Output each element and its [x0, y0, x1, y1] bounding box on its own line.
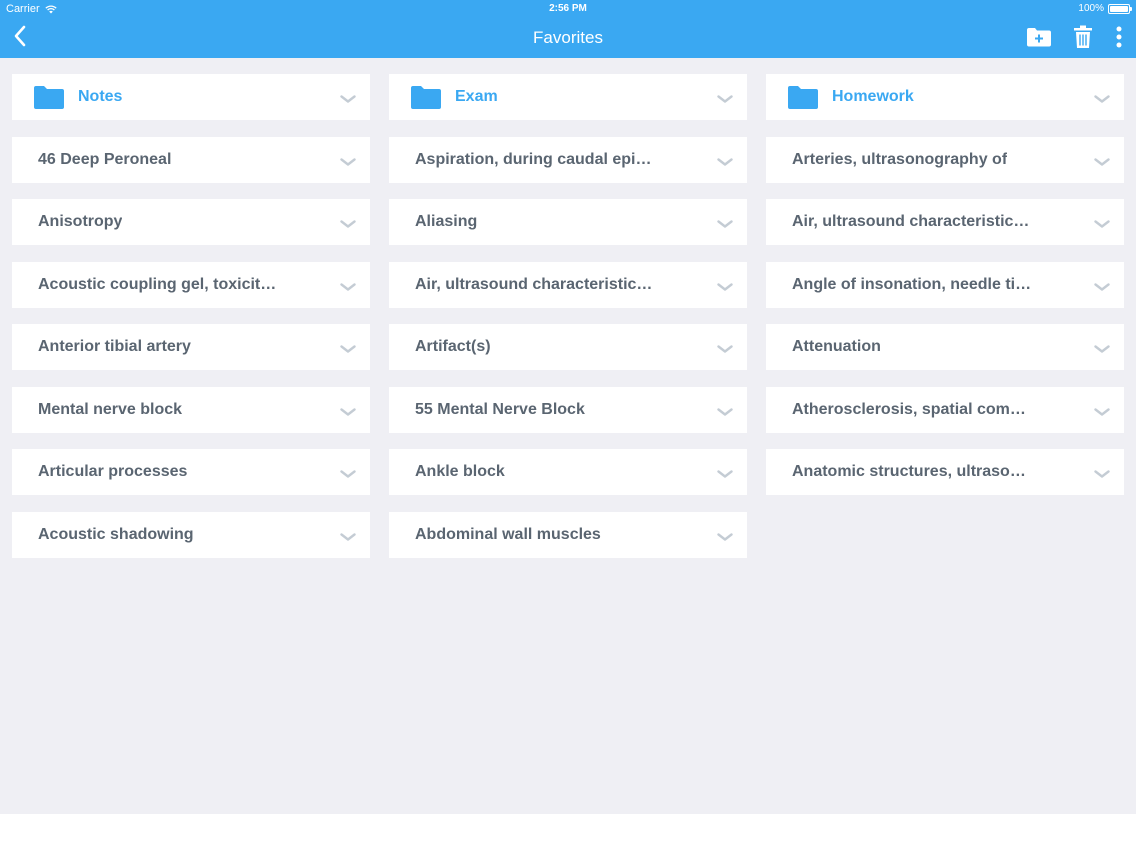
- folder-label: Notes: [78, 88, 123, 105]
- chevron-down-icon[interactable]: [340, 154, 356, 166]
- delete-button[interactable]: [1066, 22, 1100, 52]
- nav-row: Favorites: [0, 18, 1136, 58]
- favorite-item[interactable]: Ankle block: [389, 449, 747, 495]
- folder-card[interactable]: Notes: [12, 74, 370, 120]
- favorite-item[interactable]: Acoustic shadowing: [12, 511, 370, 558]
- favorite-item-label: Mental nerve block: [38, 400, 183, 418]
- favorite-item-label: Articular processes: [38, 463, 188, 480]
- battery-percent: 100%: [1078, 3, 1104, 14]
- status-bar: Carrier 2:56 PM 100%: [0, 0, 1136, 18]
- chevron-down-icon[interactable]: [340, 466, 356, 478]
- chevron-down-icon[interactable]: [1094, 341, 1110, 353]
- chevron-down-icon[interactable]: [717, 529, 733, 541]
- chevron-down-icon[interactable]: [1094, 279, 1110, 291]
- favorite-item[interactable]: Articular processes: [12, 449, 370, 495]
- chevron-down-icon[interactable]: [717, 404, 733, 416]
- favorite-item[interactable]: Aspiration, during caudal epi…: [389, 136, 747, 183]
- favorite-item[interactable]: Anterior tibial artery: [12, 324, 370, 370]
- favorites-column: Exam Aspiration, during caudal epi… Aliasi…: [389, 74, 747, 574]
- trash-icon: [1074, 25, 1092, 48]
- favorite-item-label: Angle of insonation, needle ti…: [792, 275, 1032, 293]
- favorite-item-label: Arteries, ultrasonography of: [792, 150, 1008, 168]
- favorite-item[interactable]: Angle of insonation, needle ti…: [766, 261, 1124, 308]
- add-folder-icon: [1027, 28, 1051, 47]
- favorites-content: Notes 46 Deep Peroneal Anisotropy Acoustic …: [0, 58, 1136, 814]
- favorite-item[interactable]: Abdominal wall muscles: [389, 511, 747, 558]
- favorite-item-label: Acoustic shadowing: [38, 525, 194, 543]
- folder-label: Exam: [455, 88, 498, 105]
- favorite-item[interactable]: 55 Mental Nerve Block: [389, 386, 747, 433]
- folder-card[interactable]: Exam: [389, 74, 747, 120]
- chevron-down-icon[interactable]: [340, 279, 356, 291]
- favorites-column: Homework Arteries, ultrasonography of Air,…: [766, 74, 1124, 512]
- favorite-item-label: 46 Deep Peroneal: [38, 150, 172, 168]
- favorite-item[interactable]: Air, ultrasound characteristic…: [389, 261, 747, 308]
- add-folder-button[interactable]: [1022, 22, 1056, 52]
- page-title: Favorites: [533, 28, 603, 47]
- folder-label: Homework: [832, 88, 914, 105]
- favorite-item[interactable]: Attenuation: [766, 324, 1124, 370]
- more-vertical-icon: [1116, 26, 1122, 48]
- chevron-down-icon[interactable]: [1094, 154, 1110, 166]
- favorite-item-label: Air, ultrasound characteristic…: [792, 213, 1030, 230]
- folder-icon: [34, 85, 64, 109]
- favorite-item-label: Air, ultrasound characteristic…: [415, 275, 653, 293]
- favorite-item-label: Atherosclerosis, spatial com…: [792, 400, 1026, 418]
- favorite-item[interactable]: Acoustic coupling gel, toxicit…: [12, 261, 370, 308]
- favorite-item-label: 55 Mental Nerve Block: [415, 400, 585, 418]
- chevron-down-icon[interactable]: [1094, 404, 1110, 416]
- navigation-bar: Carrier 2:56 PM 100% Favorites: [0, 0, 1136, 58]
- chevron-down-icon[interactable]: [717, 466, 733, 478]
- favorite-item[interactable]: Anatomic structures, ultraso…: [766, 449, 1124, 495]
- favorite-item-label: Ankle block: [415, 463, 505, 480]
- favorite-item-label: Anatomic structures, ultraso…: [792, 463, 1026, 480]
- favorite-item-label: Abdominal wall muscles: [415, 525, 601, 543]
- battery-icon: [1108, 4, 1132, 14]
- chevron-down-icon[interactable]: [1094, 216, 1110, 228]
- favorite-item-label: Aspiration, during caudal epi…: [415, 150, 652, 168]
- favorite-item-label: Attenuation: [792, 338, 881, 355]
- folder-icon: [788, 85, 818, 109]
- favorite-item[interactable]: Arteries, ultrasonography of: [766, 136, 1124, 183]
- favorite-item-label: Anterior tibial artery: [38, 338, 191, 355]
- chevron-down-icon[interactable]: [717, 91, 733, 103]
- favorite-item[interactable]: Mental nerve block: [12, 386, 370, 433]
- chevron-down-icon[interactable]: [1094, 91, 1110, 103]
- favorite-item[interactable]: Aliasing: [389, 199, 747, 245]
- favorite-item[interactable]: Artifact(s): [389, 324, 747, 370]
- folder-icon: [411, 85, 441, 109]
- folder-card[interactable]: Homework: [766, 74, 1124, 120]
- favorite-item[interactable]: Anisotropy: [12, 199, 370, 245]
- chevron-down-icon[interactable]: [717, 154, 733, 166]
- favorite-item-label: Anisotropy: [38, 213, 123, 230]
- favorites-column: Notes 46 Deep Peroneal Anisotropy Acoustic …: [12, 74, 370, 574]
- nav-actions: [1022, 22, 1128, 52]
- favorite-item-label: Acoustic coupling gel, toxicit…: [38, 275, 277, 293]
- favorite-item[interactable]: Air, ultrasound characteristic…: [766, 199, 1124, 245]
- chevron-down-icon[interactable]: [340, 341, 356, 353]
- chevron-down-icon[interactable]: [340, 216, 356, 228]
- favorite-item-label: Artifact(s): [415, 338, 491, 355]
- favorite-item-label: Aliasing: [415, 213, 478, 230]
- battery-indicator: 100%: [1078, 0, 1132, 18]
- chevron-down-icon[interactable]: [340, 404, 356, 416]
- favorite-item[interactable]: 46 Deep Peroneal: [12, 136, 370, 183]
- chevron-down-icon[interactable]: [1094, 466, 1110, 478]
- chevron-down-icon[interactable]: [340, 529, 356, 541]
- clock: 2:56 PM: [549, 3, 587, 14]
- favorite-item[interactable]: Atherosclerosis, spatial com…: [766, 386, 1124, 433]
- chevron-down-icon[interactable]: [717, 341, 733, 353]
- chevron-down-icon[interactable]: [340, 91, 356, 103]
- more-button[interactable]: [1110, 22, 1128, 52]
- chevron-down-icon[interactable]: [717, 279, 733, 291]
- chevron-down-icon[interactable]: [717, 216, 733, 228]
